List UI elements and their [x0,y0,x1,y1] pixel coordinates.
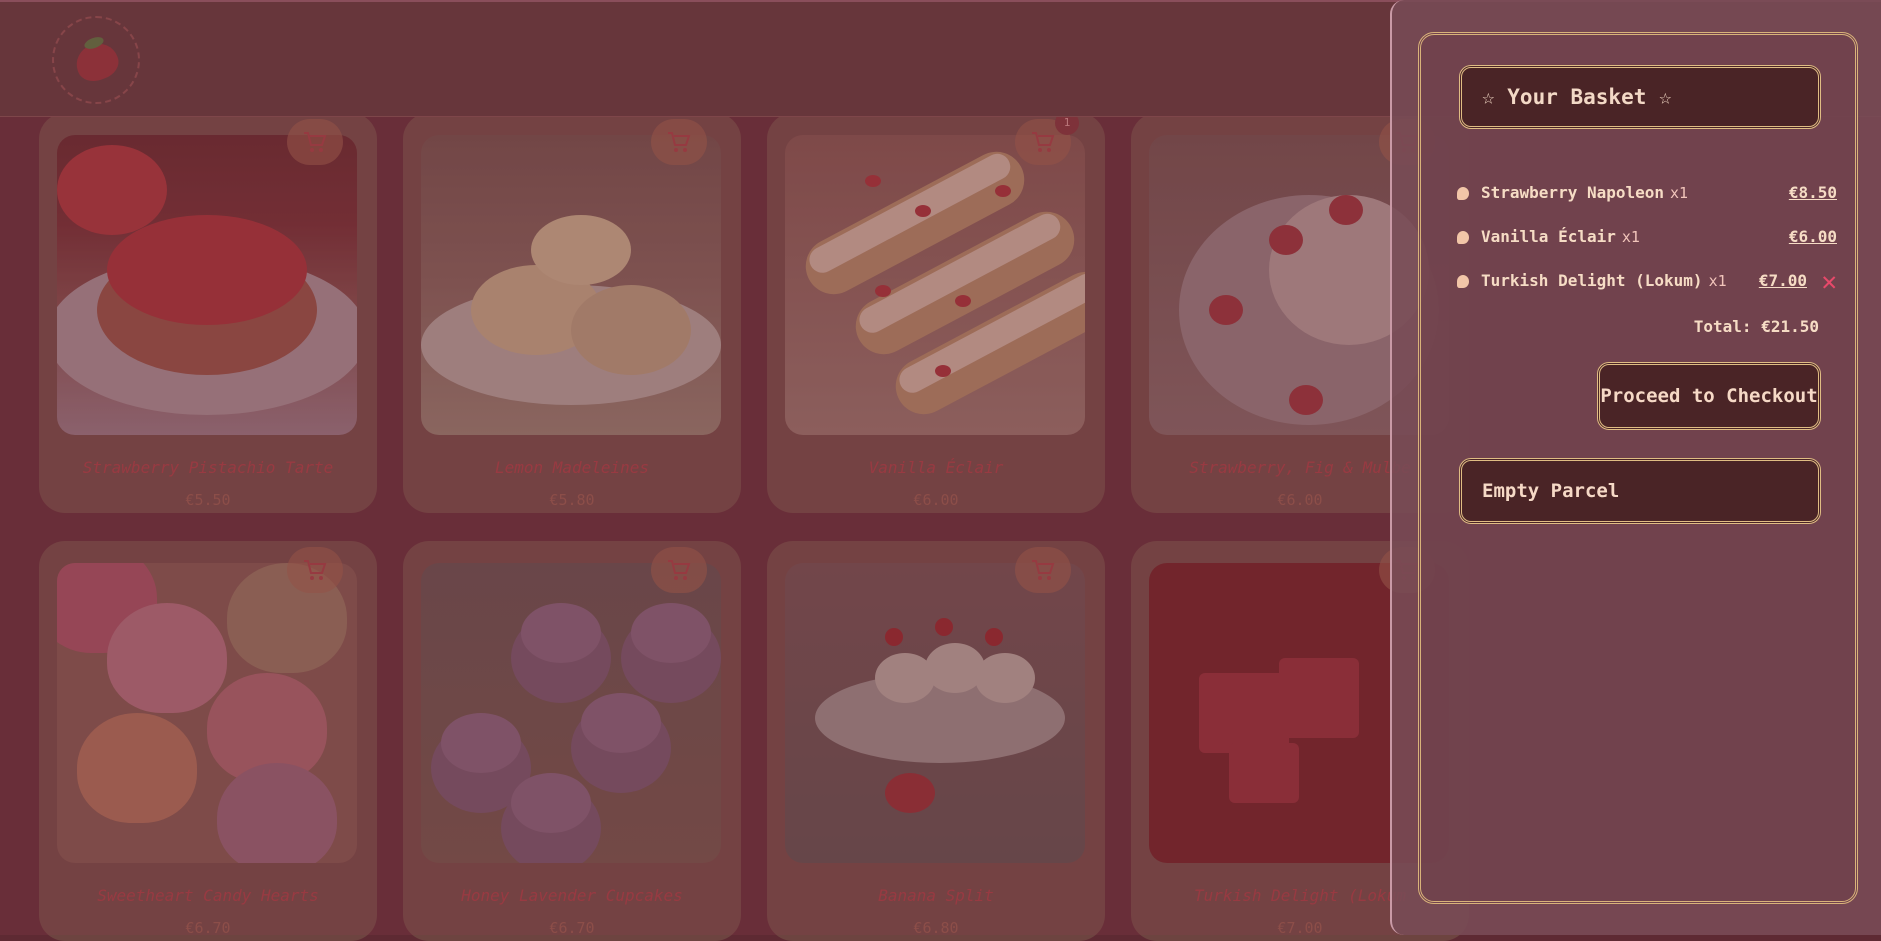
heart-bullet-icon [1457,275,1469,288]
product-card[interactable]: 1 Vanilla Éclair €6.00 [767,111,1105,513]
heart-bullet-icon [1457,231,1469,244]
product-card[interactable]: Strawberry Pistachio Tarte €5.50 [39,113,377,513]
basket-item-name: Strawberry Napoleon [1481,183,1665,202]
add-to-cart-button[interactable] [1015,547,1071,593]
basket-item-name: Vanilla Éclair [1481,227,1616,246]
cart-icon [668,560,691,580]
product-price: €6.00 [913,491,959,509]
product-name: Banana Split [878,886,994,905]
add-to-cart-button[interactable] [651,119,707,165]
product-price: €6.70 [185,919,231,937]
product-card[interactable]: Sweetheart Candy Hearts €6.70 [39,541,377,941]
cart-icon [668,132,691,152]
product-card[interactable]: Lemon Madeleines €5.80 [403,113,741,513]
product-image [785,135,1085,435]
basket-panel: ☆ Your Basket ☆ Strawberry Napoleon x1 €8… [1390,0,1881,935]
basket-item-qty: x1 [1708,272,1727,290]
cart-icon [304,560,327,580]
cart-icon [1032,132,1055,152]
add-to-cart-button[interactable] [287,547,343,593]
basket-item-qty: x1 [1621,228,1640,246]
product-image [421,563,721,863]
basket-frame: ☆ Your Basket ☆ Strawberry Napoleon x1 €8… [1418,32,1858,904]
product-image [785,563,1085,863]
product-name: Vanilla Éclair [868,458,1004,477]
product-image [421,135,721,435]
basket-item-name: Turkish Delight (Lokum) [1481,271,1703,290]
product-price: €6.70 [549,919,595,937]
add-to-cart-button[interactable] [287,119,343,165]
basket-item-price: €8.50 [1788,183,1837,202]
cart-icon [1032,560,1055,580]
basket-title: ☆ Your Basket ☆ [1459,65,1821,129]
add-to-cart-button[interactable] [651,547,707,593]
basket-item: Vanilla Éclair x1 €6.00 [1457,227,1837,253]
checkout-button[interactable]: Proceed to Checkout [1597,362,1821,430]
product-name: Honey Lavender Cupcakes [461,886,683,905]
basket-item-qty: x1 [1670,184,1689,202]
strawberry-logo-icon[interactable] [52,16,140,104]
product-price: €5.80 [549,491,595,509]
basket-item: Strawberry Napoleon x1 €8.50 [1457,183,1837,209]
product-image [57,563,357,863]
cart-icon [304,132,327,152]
heart-bullet-icon [1457,187,1469,200]
product-name: Sweetheart Candy Hearts [97,886,319,905]
close-icon[interactable]: ✕ [1821,267,1837,297]
product-card[interactable]: Honey Lavender Cupcakes €6.70 [403,541,741,941]
product-price: €6.80 [913,919,959,937]
basket-total: Total: €21.50 [1693,317,1819,336]
product-price: €5.50 [185,491,231,509]
product-name: Lemon Madeleines [494,458,650,477]
product-image [57,135,357,435]
product-card[interactable]: Banana Split €6.80 [767,541,1105,941]
basket-item-price: €6.00 [1788,227,1837,246]
product-name: Strawberry Pistachio Tarte [82,458,334,477]
basket-item: Turkish Delight (Lokum) x1 €7.00 ✕ [1457,267,1837,297]
basket-item-price: €7.00 [1758,271,1807,290]
empty-basket-button[interactable]: Empty Parcel [1459,458,1821,524]
